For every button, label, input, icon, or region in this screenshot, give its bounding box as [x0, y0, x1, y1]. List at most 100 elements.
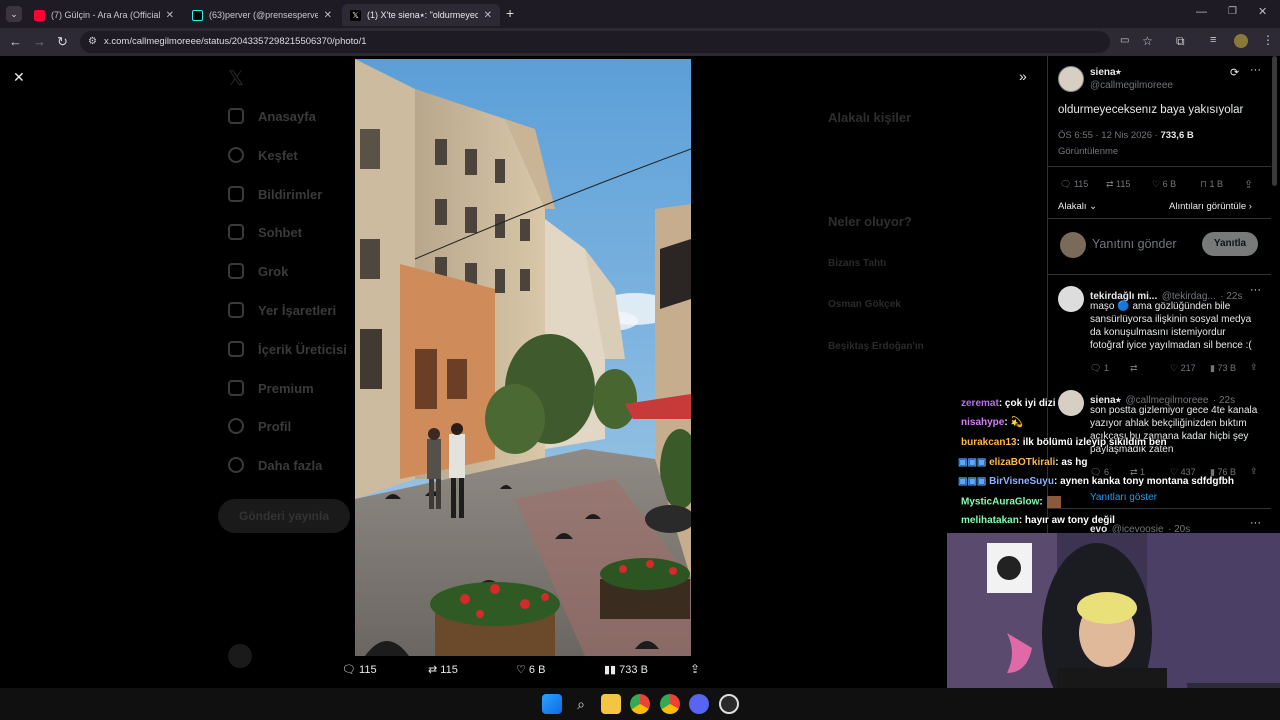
cast-icon[interactable]: ▭: [1120, 35, 1129, 46]
url-text[interactable]: x.com/callmegilmoreee/status/20433572982…: [104, 36, 367, 47]
file-explorer-icon[interactable]: [601, 694, 621, 714]
extensions-icon[interactable]: ⧉: [1176, 34, 1185, 49]
restore-icon[interactable]: ❐: [1228, 6, 1237, 17]
sidebar-item-profile[interactable]: Profil: [228, 418, 291, 434]
sidebar-item-grok[interactable]: Grok: [228, 263, 288, 279]
youtube-icon: [34, 9, 45, 21]
author-avatar[interactable]: [1058, 66, 1084, 92]
sidebar-item-label: Anasayfa: [258, 108, 316, 124]
sidebar-item-more[interactable]: Daha fazla: [228, 457, 322, 473]
tweet-time[interactable]: ÖS 6:55 · 12 Nis 2026 ·: [1058, 130, 1158, 141]
media-icon[interactable]: ≡: [1210, 34, 1216, 46]
sidebar-item-label: Bildirimler: [258, 186, 323, 202]
menu-icon[interactable]: ⋮: [1262, 33, 1274, 47]
more-options-icon[interactable]: ···: [1250, 64, 1261, 76]
sidebar-item-bookmarks[interactable]: Yer İşaretleri: [228, 302, 336, 318]
close-tab-icon[interactable]: ✕: [484, 10, 492, 21]
sidebar-item-label: Yer İşaretleri: [258, 302, 337, 318]
new-tab-button[interactable]: +: [506, 5, 514, 21]
tab-youtube[interactable]: (7) Gülçin - Ara Ara (Official Vid ✕: [26, 4, 182, 26]
minimize-icon[interactable]: —: [1196, 6, 1207, 18]
sidebar-item-creator[interactable]: İçerik Üreticisi: [228, 341, 347, 357]
badge-icons: ▣▣▣: [958, 457, 990, 468]
sidebar-item-notifications[interactable]: Bildirimler: [228, 186, 322, 202]
reply-input[interactable]: Yanıtını gönder: [1092, 237, 1177, 251]
trend-item[interactable]: Beşiktaş Erdoğan'ın: [828, 341, 924, 352]
chat-text: : 💫: [1004, 417, 1023, 428]
repost-button[interactable]: ⇄: [1130, 363, 1138, 374]
profile-avatar[interactable]: [1234, 34, 1248, 48]
app-icon[interactable]: [719, 694, 739, 714]
rocket-icon: [228, 341, 244, 357]
search-icon[interactable]: ⌕: [571, 694, 591, 714]
chrome-icon[interactable]: [660, 694, 680, 714]
tiktok-icon: [192, 9, 203, 21]
tab-search-button[interactable]: ⌄: [6, 6, 22, 22]
share-icon[interactable]: ⇪: [690, 662, 700, 676]
like-button[interactable]: ♡ 217: [1170, 363, 1196, 374]
tab-x[interactable]: 𝕏 (1) X'te siena⭑: "oldurmeyeceks ✕: [342, 4, 500, 26]
close-window-icon[interactable]: ✕: [1258, 5, 1267, 18]
address-bar[interactable]: ⚙ x.com/callmegilmoreee/status/204335729…: [80, 31, 1129, 53]
chat-user: MysticAuraGlow: [961, 496, 1040, 508]
close-tab-icon[interactable]: ✕: [166, 10, 174, 21]
sidebar-item-chat[interactable]: Sohbet: [228, 224, 302, 240]
chat-text: : as hg: [1055, 457, 1088, 468]
trend-item[interactable]: Osman Gökçek: [828, 299, 901, 310]
post-photo[interactable]: [355, 59, 691, 656]
chrome-icon[interactable]: [630, 694, 650, 714]
back-icon[interactable]: ←: [9, 34, 22, 50]
reply-avatar[interactable]: [1058, 390, 1084, 416]
share-icon[interactable]: ⇪: [1244, 178, 1253, 191]
collapse-panel-icon[interactable]: »: [1019, 68, 1027, 84]
sidebar-item-home[interactable]: Anasayfa: [228, 108, 316, 124]
discord-icon[interactable]: [689, 694, 709, 714]
close-icon[interactable]: ✕: [13, 69, 25, 86]
sidebar-item-explore[interactable]: Keşfet: [228, 147, 298, 163]
author-name[interactable]: siena⭑: [1090, 67, 1121, 78]
reply-submit-button[interactable]: Yanıtla: [1202, 232, 1258, 256]
tab-title: (63)perver (@prensesperver) | T: [209, 10, 318, 20]
divider: [1048, 218, 1271, 219]
chat-user: burakcan13: [961, 437, 1017, 448]
trend-item[interactable]: Bizans Tahtı: [828, 258, 886, 269]
tab-tiktok[interactable]: (63)perver (@prensesperver) | T ✕: [184, 4, 340, 26]
bookmark-star-icon[interactable]: ☆: [1142, 34, 1153, 48]
forward-icon[interactable]: →: [33, 34, 46, 50]
reply-button[interactable]: 🗨 1: [1090, 363, 1109, 374]
reply-avatar[interactable]: [1058, 286, 1084, 312]
home-icon: [228, 108, 244, 124]
views-button[interactable]: ▮▮ 733 B: [604, 663, 648, 676]
account-switcher[interactable]: [228, 644, 252, 668]
share-icon[interactable]: ⇪: [1250, 466, 1258, 477]
sidebar-item-premium[interactable]: Premium: [228, 380, 314, 396]
show-replies-link[interactable]: Yanıtları göster: [1090, 492, 1157, 503]
author-handle[interactable]: @callmegilmoreee: [1090, 80, 1173, 91]
site-info-icon[interactable]: ⚙: [88, 36, 97, 47]
browser-tab-bar: ⌄ (7) Gülçin - Ara Ara (Official Vid ✕ (…: [0, 0, 1280, 28]
chat-text: : aynen kanka tony montana sdfdgfbh: [1053, 476, 1234, 487]
repost-count: 115: [440, 664, 458, 676]
view-quotes-link[interactable]: Alıntıları görüntüle ›: [1169, 201, 1252, 212]
related-people-title: Alakalı kişiler: [828, 110, 912, 125]
reload-icon[interactable]: ↻: [57, 34, 68, 50]
scrollbar[interactable]: [1272, 56, 1277, 186]
reply-button[interactable]: 🗨 115: [1060, 179, 1088, 190]
share-icon[interactable]: ⇪: [1250, 362, 1258, 373]
like-button[interactable]: ♡ 6 B: [1152, 179, 1176, 190]
repost-button[interactable]: ⇄ 115: [428, 663, 458, 676]
views-count: 73 B: [1217, 363, 1236, 373]
more-options-icon[interactable]: ···: [1250, 284, 1261, 296]
grok-icon[interactable]: ⟳: [1230, 66, 1239, 79]
post-button[interactable]: Gönderi yayınla: [218, 499, 350, 533]
like-button[interactable]: ♡ 6 B: [516, 663, 545, 676]
like-count: 6 B: [528, 664, 546, 676]
start-button[interactable]: [542, 694, 562, 714]
close-tab-icon[interactable]: ✕: [324, 10, 332, 21]
bookmark-button[interactable]: ⊓ 1 B: [1200, 179, 1223, 190]
sort-dropdown[interactable]: Alakalı ⌄: [1058, 201, 1097, 212]
reply-button[interactable]: 🗨 115: [342, 663, 377, 676]
views-button[interactable]: ▮ 73 B: [1210, 363, 1236, 374]
more-options-icon[interactable]: ···: [1250, 517, 1261, 529]
repost-button[interactable]: ⇄ 115: [1106, 179, 1130, 190]
